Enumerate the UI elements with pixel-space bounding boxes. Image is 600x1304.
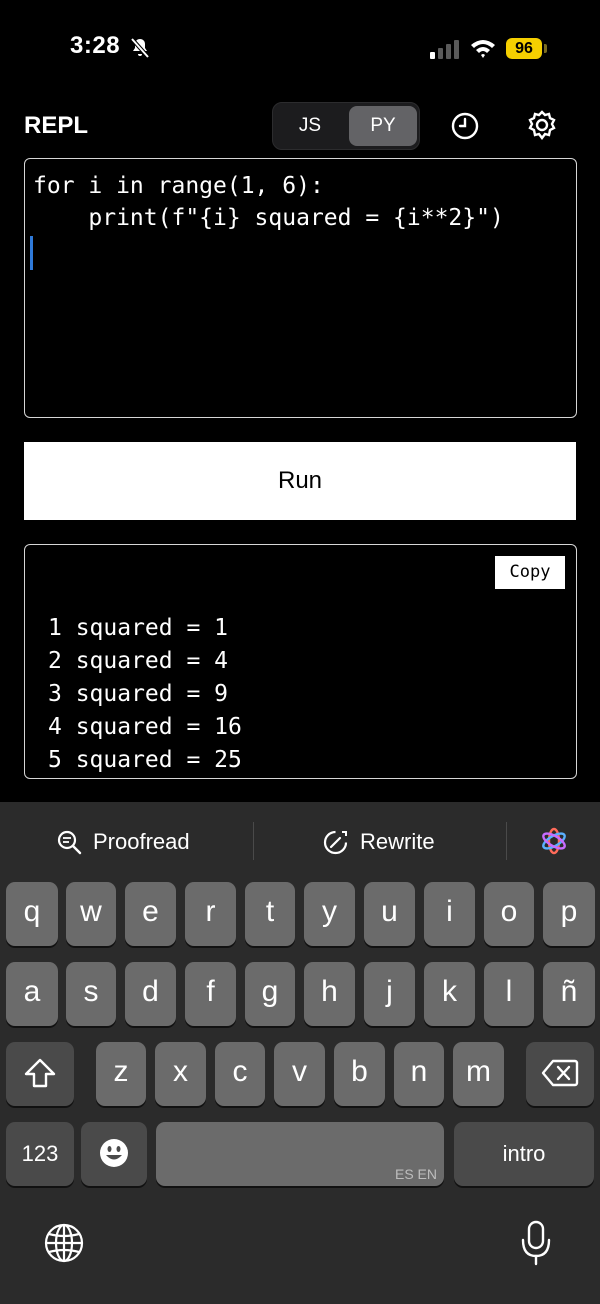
return-key-label: intro — [502, 1141, 546, 1166]
gear-icon[interactable] — [526, 109, 558, 141]
key-t[interactable]: t — [245, 882, 295, 946]
key-l[interactable]: l — [484, 962, 534, 1026]
output-line: 3 squared = 9 — [48, 681, 229, 707]
shift-key[interactable] — [6, 1042, 74, 1106]
key-o[interactable]: o — [484, 882, 534, 946]
backspace-key[interactable] — [526, 1042, 594, 1106]
run-button[interactable]: Run — [24, 442, 576, 520]
rewrite-button[interactable]: Rewrite — [360, 824, 435, 860]
keyboard: Proofread Rewrite q w e r t y u i o p a … — [0, 802, 600, 1304]
numbers-key-label: 123 — [21, 1141, 59, 1166]
output-line: 5 squared = 25 — [48, 747, 242, 773]
globe-icon[interactable] — [43, 1222, 85, 1264]
suggestion-divider — [253, 822, 254, 860]
microphone-icon[interactable] — [520, 1220, 552, 1266]
history-icon[interactable] — [450, 111, 480, 141]
key-b[interactable]: b — [334, 1042, 385, 1106]
key-j[interactable]: j — [364, 962, 415, 1026]
key-c[interactable]: c — [215, 1042, 265, 1106]
key-u[interactable]: u — [364, 882, 415, 946]
copy-button[interactable]: Copy — [495, 556, 565, 589]
key-k[interactable]: k — [424, 962, 475, 1026]
key-e[interactable]: e — [125, 882, 176, 946]
segment-py[interactable]: PY — [349, 106, 417, 146]
backspace-icon — [541, 1059, 579, 1087]
rewrite-icon — [323, 830, 348, 855]
wifi-icon — [471, 40, 495, 58]
key-y[interactable]: y — [304, 882, 355, 946]
space-key[interactable]: ES EN — [156, 1122, 444, 1186]
key-f[interactable]: f — [185, 962, 236, 1026]
key-r[interactable]: r — [185, 882, 236, 946]
space-language-hint: ES EN — [394, 1166, 437, 1182]
key-m[interactable]: m — [453, 1042, 504, 1106]
return-key[interactable]: intro — [454, 1122, 594, 1186]
app-title: REPL — [24, 112, 89, 139]
key-g[interactable]: g — [245, 962, 295, 1026]
key-d[interactable]: d — [125, 962, 176, 1026]
emoji-key[interactable] — [81, 1122, 147, 1186]
emoji-icon — [100, 1139, 128, 1167]
proofread-button[interactable]: Proofread — [93, 824, 190, 860]
key-w[interactable]: w — [66, 882, 116, 946]
numbers-key[interactable]: 123 — [6, 1122, 74, 1186]
suggestion-divider — [506, 822, 507, 860]
text-caret — [30, 236, 33, 270]
key-a[interactable]: a — [6, 962, 58, 1026]
output-panel: Copy 1 squared = 1 2 squared = 4 3 squar… — [24, 544, 577, 779]
code-line: for i in range(1, 6): — [33, 173, 324, 199]
key-n-tilde[interactable]: ñ — [543, 962, 595, 1026]
battery-indicator: 96 — [506, 38, 542, 59]
output-line: 1 squared = 1 — [48, 615, 229, 641]
key-q[interactable]: q — [6, 882, 58, 946]
output-line: 2 squared = 4 — [48, 648, 229, 674]
segment-js[interactable]: JS — [276, 106, 344, 146]
output-line: 4 squared = 16 — [48, 714, 242, 740]
key-x[interactable]: x — [155, 1042, 206, 1106]
proofread-icon — [57, 830, 82, 855]
language-toggle: JS PY — [272, 102, 420, 150]
key-s[interactable]: s — [66, 962, 116, 1026]
signal-icon — [430, 40, 459, 59]
apple-intelligence-icon[interactable] — [539, 826, 569, 856]
bell-slash-icon — [130, 37, 150, 59]
shift-icon — [24, 1058, 56, 1088]
key-p[interactable]: p — [543, 882, 595, 946]
key-h[interactable]: h — [304, 962, 355, 1026]
status-time: 3:28 — [70, 32, 121, 59]
code-line: print(f"{i} squared = {i**2}") — [33, 205, 504, 231]
key-n[interactable]: n — [394, 1042, 444, 1106]
key-z[interactable]: z — [96, 1042, 146, 1106]
key-v[interactable]: v — [274, 1042, 325, 1106]
code-editor[interactable]: for i in range(1, 6): print(f"{i} square… — [24, 158, 577, 418]
key-i[interactable]: i — [424, 882, 475, 946]
battery-nub — [544, 44, 547, 53]
